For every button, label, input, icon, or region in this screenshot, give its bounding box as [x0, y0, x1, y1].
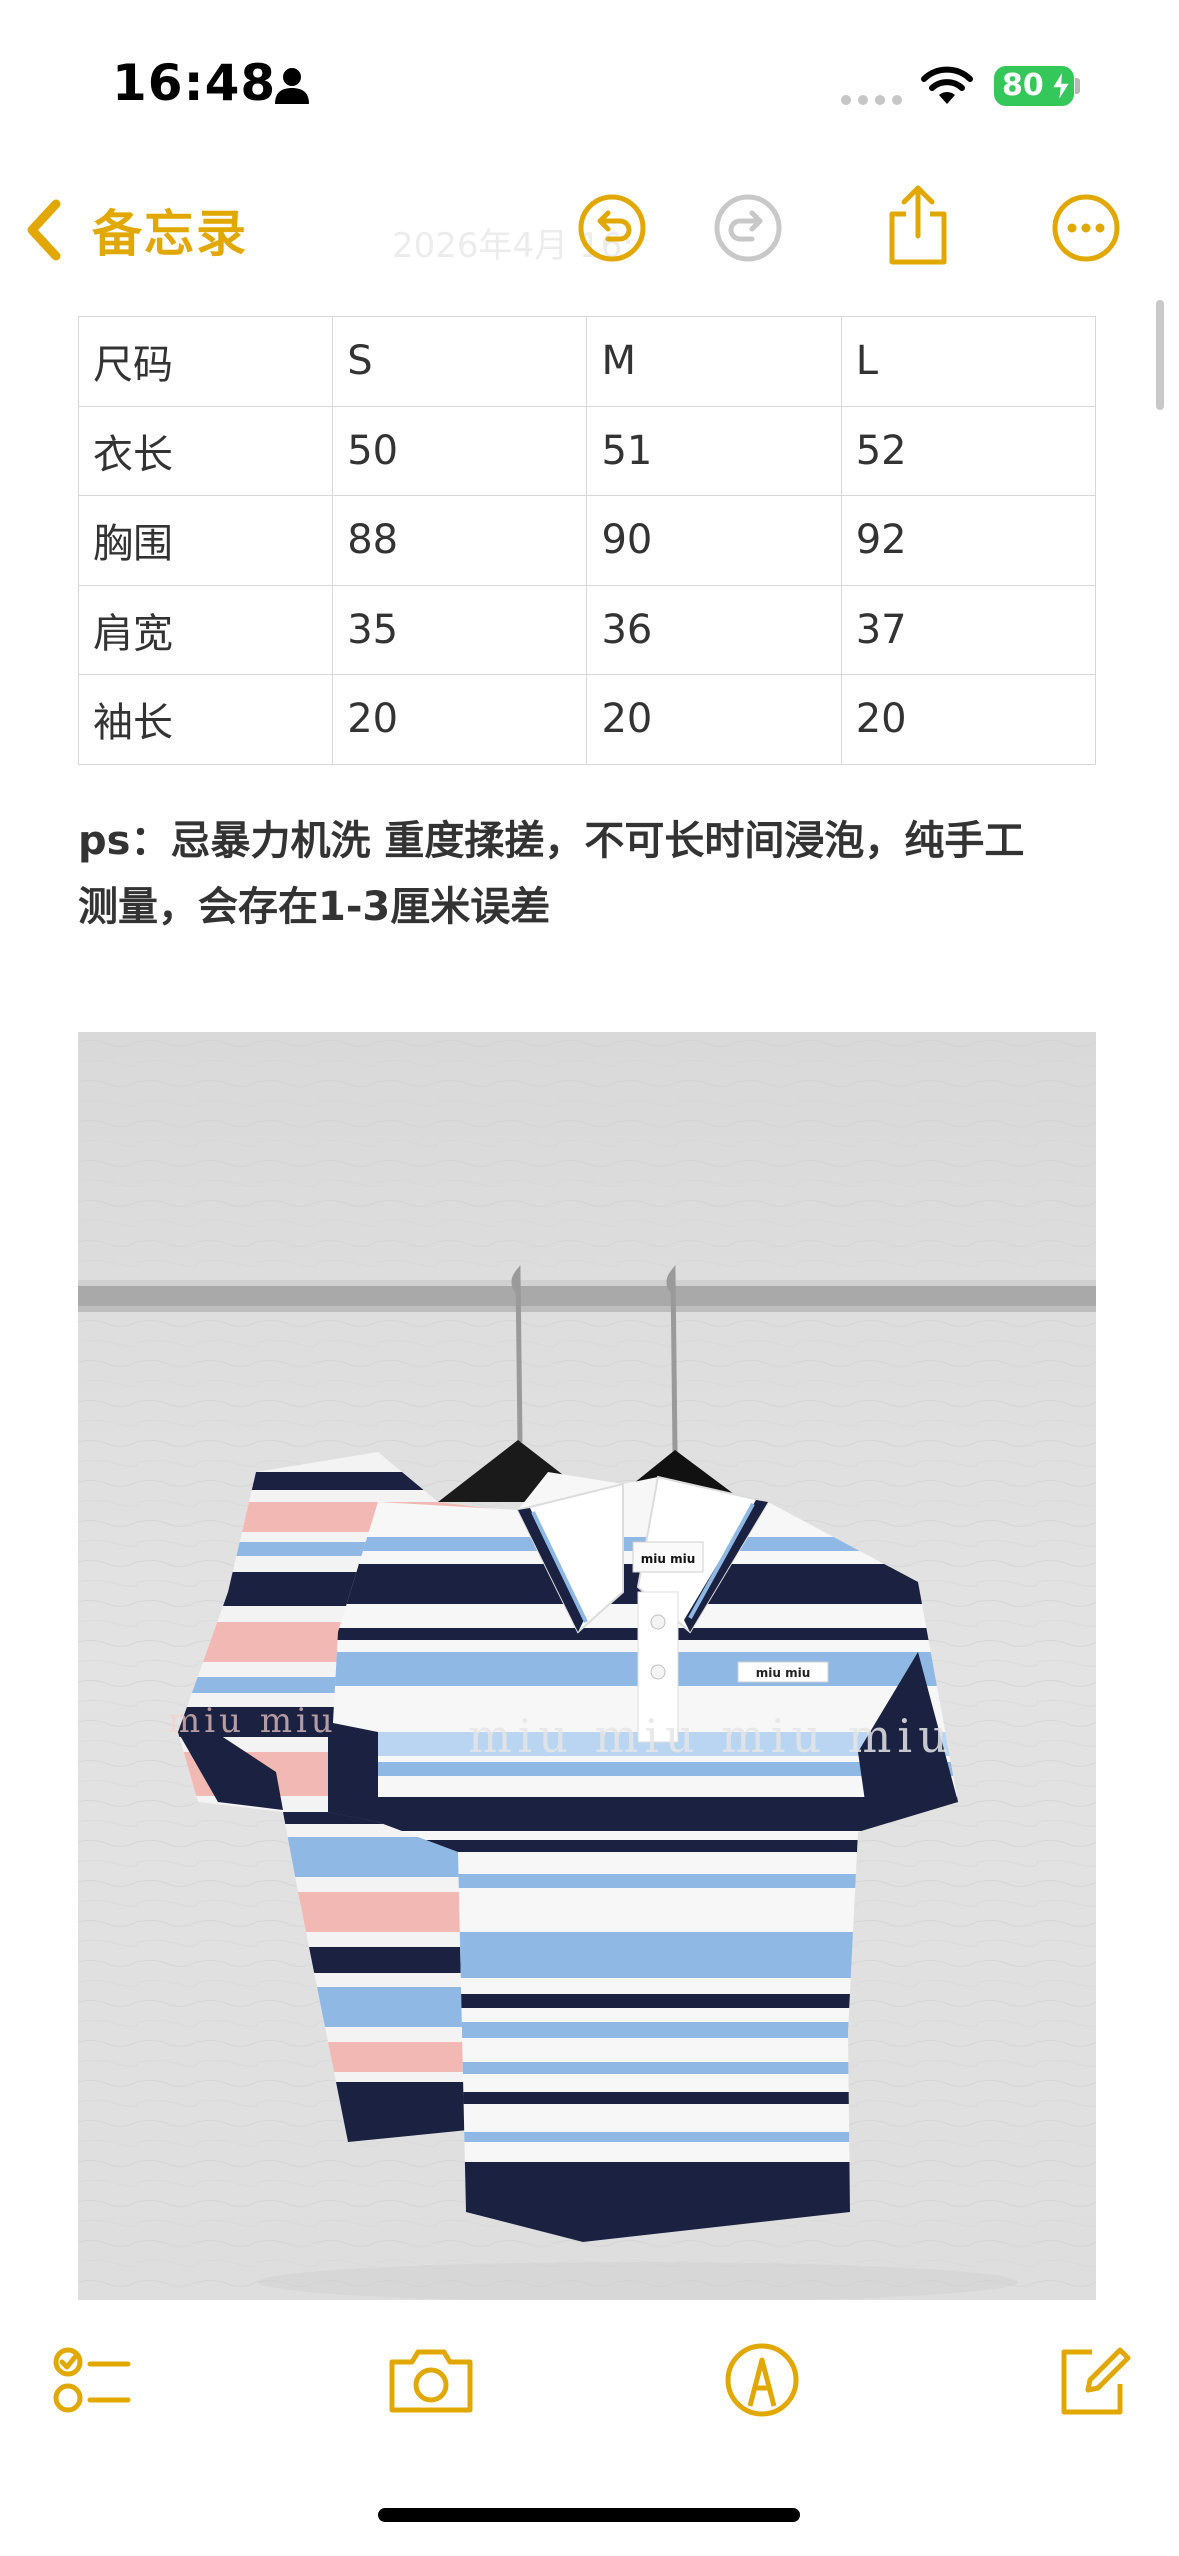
camera-icon[interactable]: [386, 2340, 476, 2420]
table-cell[interactable]: 20: [332, 674, 588, 765]
back-button[interactable]: 备忘录: [22, 190, 248, 270]
table-cell[interactable]: L: [840, 316, 1097, 407]
undo-icon[interactable]: [576, 192, 648, 264]
compose-icon[interactable]: [1052, 2340, 1132, 2420]
redo-icon[interactable]: [712, 192, 784, 264]
person-icon: [275, 68, 309, 104]
back-label: 备忘录: [92, 205, 248, 263]
product-photo-image: miu miu miu miu miu miu miu miu miu miu: [78, 1032, 1096, 2300]
table-cell[interactable]: 36: [586, 584, 842, 675]
table-cell[interactable]: 50: [332, 405, 588, 496]
table-cell[interactable]: 51: [586, 405, 842, 496]
markup-icon[interactable]: [722, 2340, 802, 2420]
size-table: 尺码 S M L 衣长 50 51 52 胸围 88 90 92 肩宽 35 36 37 袖长 20 20 20: [77, 316, 1097, 765]
home-indicator[interactable]: [378, 2508, 800, 2522]
product-photo[interactable]: miu miu miu miu miu miu miu miu miu miu: [78, 1032, 1096, 2300]
battery-cap: [1075, 78, 1080, 94]
svg-text:miu miu miu miu: miu miu miu miu: [468, 1709, 954, 1763]
table-cell[interactable]: 尺码: [77, 316, 334, 407]
table-cell[interactable]: 92: [840, 495, 1097, 586]
table-cell[interactable]: 肩宽: [77, 584, 334, 675]
more-icon[interactable]: [1050, 192, 1122, 264]
svg-text:miu miu: miu miu: [641, 1552, 696, 1566]
note-text[interactable]: ps：忌暴力机洗 重度揉搓，不可长时间浸泡，纯手工 测量，会存在1-3厘米误差: [78, 808, 1118, 940]
svg-text:miu miu: miu miu: [756, 1666, 811, 1680]
table-cell[interactable]: M: [586, 316, 842, 407]
status-bar: 16:48 80: [0, 0, 1179, 170]
table-cell[interactable]: 88: [332, 495, 588, 586]
status-time: 16:48: [112, 54, 277, 112]
share-icon[interactable]: [882, 184, 954, 268]
note-line-2: 测量，会存在1-3厘米误差: [78, 884, 551, 930]
table-row: 尺码 S M L: [77, 316, 1097, 407]
table-cell[interactable]: 20: [840, 674, 1097, 765]
scroll-indicator[interactable]: [1156, 300, 1164, 410]
table-cell[interactable]: 35: [332, 584, 588, 675]
svg-text:miu miu: miu miu: [168, 1701, 337, 1741]
table-row: 胸围 88 90 92: [77, 495, 1097, 586]
table-cell[interactable]: 37: [840, 584, 1097, 675]
table-cell[interactable]: 20: [586, 674, 842, 765]
table-cell[interactable]: 袖长: [77, 674, 334, 765]
table-cell[interactable]: 衣长: [77, 405, 334, 496]
table-row: 衣长 50 51 52: [77, 405, 1097, 496]
charging-bolt-icon: [1050, 70, 1072, 102]
table-row: 袖长 20 20 20: [77, 674, 1097, 765]
table-cell[interactable]: 90: [586, 495, 842, 586]
cellular-signal-icon: [841, 95, 902, 105]
table-cell[interactable]: S: [332, 316, 588, 407]
table-row: 肩宽 35 36 37: [77, 584, 1097, 675]
checklist-icon[interactable]: [52, 2340, 132, 2420]
note-line-1: ps：忌暴力机洗 重度揉搓，不可长时间浸泡，纯手工: [78, 818, 1025, 864]
wifi-icon: [921, 66, 973, 104]
chevron-left-icon: [27, 199, 61, 261]
table-cell[interactable]: 胸围: [77, 495, 334, 586]
navigation-bar: 备忘录 2026年4月 16:: [0, 170, 1179, 300]
table-cell[interactable]: 52: [840, 405, 1097, 496]
